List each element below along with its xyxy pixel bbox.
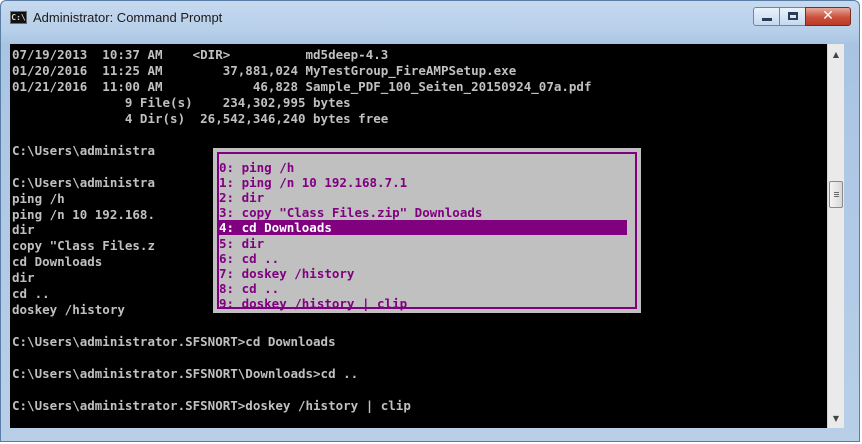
history-popup[interactable]: 0: ping /h 1: ping /n 10 192.168.7.1 2: di… (213, 148, 641, 313)
history-item[interactable]: 8: cd .. (217, 281, 627, 296)
console-line: 01/20/2016 11:25 AM 37,881,024 MyTestGro… (12, 62, 517, 78)
history-item[interactable]: 0: ping /h (217, 160, 627, 175)
arrow-down-icon[interactable]: ▼ (828, 410, 844, 427)
vertical-scrollbar[interactable]: ▲ ▼ (827, 44, 844, 428)
title-bar[interactable]: C:\ Administrator: Command Prompt ✕ (1, 1, 859, 35)
console-line: C:\Users\administrator.SFSNORT>cd Downlo… (12, 334, 336, 350)
grip-line (834, 192, 839, 193)
scrollbar-thumb[interactable] (829, 181, 843, 208)
history-item-selected[interactable]: 4: cd Downloads (217, 220, 627, 236)
grip-line (834, 196, 839, 197)
console-line: cd Downloads (12, 254, 103, 270)
history-item[interactable]: 7: doskey /history (217, 266, 627, 281)
close-icon: ✕ (822, 8, 834, 24)
console-line: C:\Users\administra (12, 142, 155, 158)
cmd-icon[interactable]: C:\ (10, 11, 27, 24)
history-item[interactable]: 3: copy "Class Files.zip" Downloads (217, 205, 627, 220)
console-line: cd .. (12, 286, 50, 302)
arrow-up-icon[interactable]: ▲ (828, 46, 844, 63)
console-line: 01/21/2016 11:00 AM 46,828 Sample_PDF_10… (12, 78, 592, 94)
history-item[interactable]: 2: dir (217, 190, 627, 205)
console-line: doskey /history (12, 302, 125, 318)
maximize-icon (788, 12, 798, 20)
console-line: copy "Class Files.z (12, 238, 155, 254)
command-prompt-window: C:\ Administrator: Command Prompt ✕ 07/1… (0, 0, 860, 442)
window-title: Administrator: Command Prompt (33, 10, 223, 25)
console-line: C:\Users\administrator.SFSNORT>doskey /h… (12, 397, 411, 413)
history-item[interactable]: 1: ping /n 10 192.168.7.1 (217, 175, 627, 190)
close-button[interactable]: ✕ (805, 7, 851, 26)
maximize-button[interactable] (779, 7, 806, 26)
console-line: C:\Users\administra (12, 174, 155, 190)
grip-line (834, 194, 839, 195)
console-line: 4 Dir(s) 26,542,346,240 bytes free (12, 110, 389, 126)
console-line: ping /h (12, 190, 65, 206)
history-item[interactable]: 6: cd .. (217, 251, 627, 266)
history-item[interactable]: 5: dir (217, 236, 627, 251)
console-line: dir (12, 222, 35, 238)
caption-buttons: ✕ (753, 7, 851, 26)
history-item[interactable]: 9: doskey /history | clip (217, 296, 627, 311)
console-line: dir (12, 270, 35, 286)
console-line: 07/19/2013 10:37 AM <DIR> md5deep-4.3 (12, 47, 389, 62)
console-line: ping /n 10 192.168. (12, 206, 155, 222)
minimize-button[interactable] (753, 7, 780, 26)
console-output[interactable]: 07/19/2013 10:37 AM <DIR> md5deep-4.3 01/… (10, 44, 827, 428)
minimize-icon (762, 18, 772, 21)
console-line: C:\Users\administrator.SFSNORT\Downloads… (12, 366, 359, 381)
console-line: 9 File(s) 234,302,995 bytes (12, 94, 351, 110)
